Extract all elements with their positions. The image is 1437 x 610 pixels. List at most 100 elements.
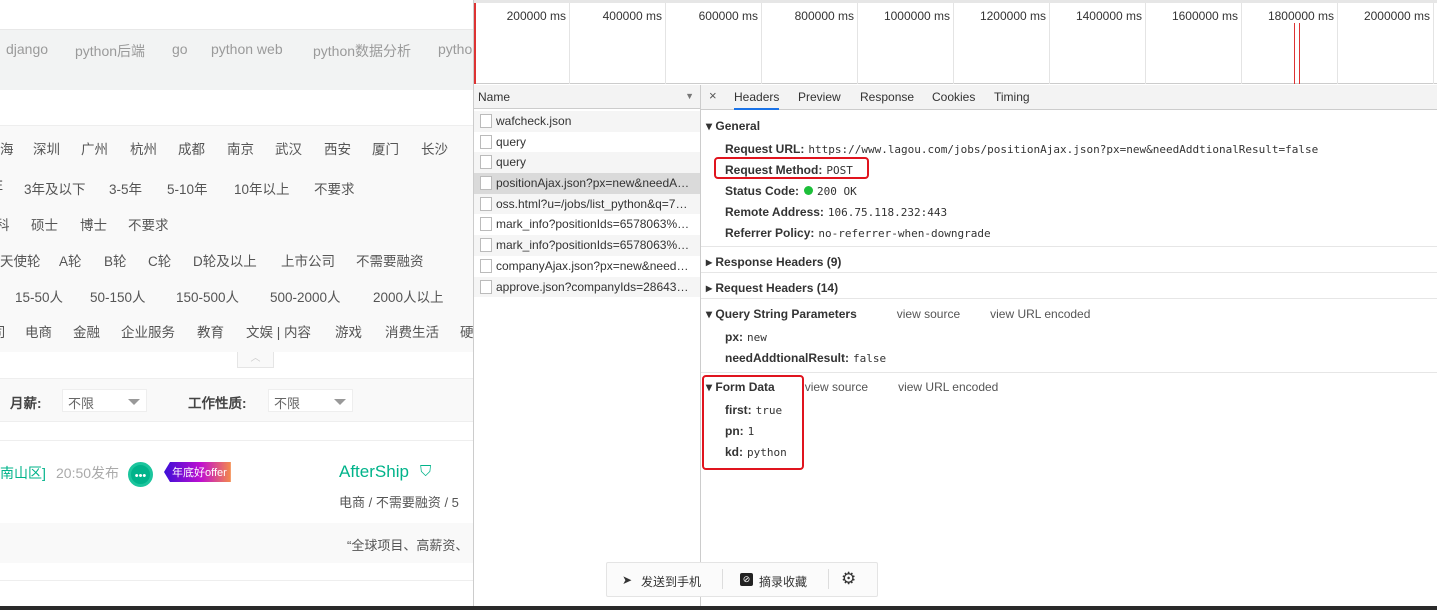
financing-option[interactable]: A轮 xyxy=(59,250,82,270)
size-option[interactable]: 2000人以上 xyxy=(373,286,444,306)
education-option[interactable]: 不要求 xyxy=(128,214,169,234)
timeline-tick: 400000 ms xyxy=(570,3,666,84)
experience-option[interactable]: E xyxy=(0,178,3,193)
experience-option[interactable]: 不要求 xyxy=(314,178,355,198)
experience-option[interactable]: 5-10年 xyxy=(167,178,208,198)
file-icon xyxy=(480,279,492,294)
request-row[interactable]: approve.json?companyIds=28643… xyxy=(474,276,700,298)
industry-option[interactable]: 硬 xyxy=(460,321,473,341)
verified-shield-icon: ⛉ xyxy=(420,463,432,480)
experience-option[interactable]: 10年以上 xyxy=(234,178,290,198)
request-details: × Headers Preview Response Cookies Timin… xyxy=(701,85,1437,610)
financing-option[interactable]: C轮 xyxy=(148,250,171,270)
file-icon xyxy=(480,258,492,273)
request-headers-title: Request Headers (14) xyxy=(715,281,839,295)
request-row[interactable]: wafcheck.json xyxy=(474,111,700,132)
response-headers-toggle[interactable]: ▸ Response Headers (9) xyxy=(706,255,841,269)
industry-option[interactable]: 电商 xyxy=(25,321,52,341)
general-title: General xyxy=(715,119,761,133)
industry-option[interactable]: 教育 xyxy=(197,321,224,341)
city-option[interactable]: 南京 xyxy=(227,138,254,158)
city-option[interactable]: 长沙 xyxy=(421,138,448,158)
education-option[interactable]: 博士 xyxy=(80,214,107,234)
job-quote: “全球项目、高薪资、 xyxy=(347,538,469,553)
query-params-toggle[interactable]: ▾ Query String Parameters view source view… xyxy=(706,307,1090,321)
education-option[interactable]: 科 xyxy=(0,214,10,234)
header-row: Referrer Policy: no-referrer-when-downgra… xyxy=(725,226,991,240)
industry-option[interactable]: 司 xyxy=(0,321,6,341)
experience-option[interactable]: 3-5年 xyxy=(109,178,142,198)
industry-option[interactable]: 消费生活 xyxy=(385,321,439,341)
view-url-encoded-link[interactable]: view URL encoded xyxy=(990,307,1090,321)
name-column-header[interactable]: Name ▼ xyxy=(474,85,700,109)
job-card[interactable]: 南山区] 20:50发布 ••• 年底好offer AfterShip ⛉ 电商… xyxy=(0,440,473,580)
close-icon[interactable]: × xyxy=(709,88,717,103)
tag[interactable]: go xyxy=(172,41,188,57)
view-source-link[interactable]: view source xyxy=(897,307,960,321)
city-option[interactable]: 深圳 xyxy=(33,138,60,158)
header-row: needAddtionalResult: false xyxy=(725,351,886,365)
city-option[interactable]: 武汉 xyxy=(275,138,302,158)
request-headers-toggle[interactable]: ▸ Request Headers (14) xyxy=(706,281,838,295)
financing-option[interactable]: B轮 xyxy=(104,250,127,270)
industry-option[interactable]: 游戏 xyxy=(335,321,362,341)
education-option[interactable]: 硕士 xyxy=(31,214,58,234)
dropdown-arrow-icon xyxy=(128,399,140,405)
job-location: 南山区] xyxy=(0,465,46,481)
industry-option[interactable]: 金融 xyxy=(73,321,100,341)
financing-option[interactable]: 天使轮 xyxy=(0,250,41,270)
request-row[interactable]: oss.html?u=/jobs/list_python&q=7… xyxy=(474,193,700,215)
header-value: no-referrer-when-downgrade xyxy=(818,227,991,240)
request-row[interactable]: query xyxy=(474,132,700,153)
city-option[interactable]: 成都 xyxy=(178,138,205,158)
city-option[interactable]: 杭州 xyxy=(130,138,157,158)
tab-headers[interactable]: Headers xyxy=(734,90,780,110)
send-to-phone-button[interactable]: 发送到手机 xyxy=(641,573,701,590)
size-option[interactable]: 500-2000人 xyxy=(270,286,341,306)
chat-icon[interactable]: ••• xyxy=(128,462,153,487)
city-option[interactable]: 广州 xyxy=(81,138,108,158)
request-row[interactable]: positionAjax.json?px=new&needA… xyxy=(474,173,700,194)
tag[interactable]: django xyxy=(6,41,48,57)
request-row[interactable]: companyAjax.json?px=new&need… xyxy=(474,256,700,277)
timeline-tick: 2000000 ms xyxy=(1338,3,1434,84)
salary-select[interactable]: 不限 xyxy=(62,389,147,412)
city-option[interactable]: 海 xyxy=(0,138,14,158)
request-row[interactable]: query xyxy=(474,152,700,174)
tab-preview[interactable]: Preview xyxy=(798,90,841,104)
size-option[interactable]: 150-500人 xyxy=(176,286,239,306)
job-type-select[interactable]: 不限 xyxy=(268,389,353,412)
industry-option[interactable]: 文娱 | 内容 xyxy=(246,321,311,341)
request-name: wafcheck.json xyxy=(496,114,572,128)
tab-timing[interactable]: Timing xyxy=(994,90,1030,104)
request-name: companyAjax.json?px=new&need… xyxy=(496,258,689,273)
gear-icon[interactable]: ⚙ xyxy=(841,569,856,589)
collapse-filters-button[interactable]: ︿ xyxy=(237,352,274,368)
tag[interactable]: python web xyxy=(211,41,283,57)
financing-option[interactable]: D轮及以上 xyxy=(193,250,257,270)
tag[interactable]: pytho xyxy=(438,41,472,57)
experience-option[interactable]: 3年及以下 xyxy=(24,178,86,198)
tag[interactable]: python数据分析 xyxy=(313,41,411,61)
tab-cookies[interactable]: Cookies xyxy=(932,90,975,104)
city-option[interactable]: 厦门 xyxy=(372,138,399,158)
request-row[interactable]: mark_info?positionIds=6578063%… xyxy=(474,235,700,256)
tab-response[interactable]: Response xyxy=(860,90,914,104)
request-name: mark_info?positionIds=6578063%… xyxy=(496,217,690,232)
query-title: Query String Parameters xyxy=(715,307,857,321)
size-option[interactable]: 50-150人 xyxy=(90,286,146,306)
city-option[interactable]: 西安 xyxy=(324,138,351,158)
network-timeline[interactable]: 200000 ms 400000 ms 600000 ms 800000 ms 1000… xyxy=(474,0,1437,84)
tag[interactable]: python后端 xyxy=(75,41,145,61)
financing-option[interactable]: 不需要融资 xyxy=(356,250,424,270)
timeline-tick: 1400000 ms xyxy=(1050,3,1146,84)
financing-option[interactable]: 上市公司 xyxy=(281,250,335,270)
size-option[interactable]: 15-50人 xyxy=(15,286,63,306)
industry-option[interactable]: 企业服务 xyxy=(121,321,175,341)
view-source-link[interactable]: view source xyxy=(805,380,868,394)
request-row[interactable]: mark_info?positionIds=6578063%… xyxy=(474,214,700,235)
view-url-encoded-link[interactable]: view URL encoded xyxy=(898,380,998,394)
general-section-toggle[interactable]: ▾ General xyxy=(706,119,760,133)
collect-button[interactable]: 摘录收藏 xyxy=(759,573,807,590)
company-name[interactable]: AfterShip xyxy=(339,462,409,482)
